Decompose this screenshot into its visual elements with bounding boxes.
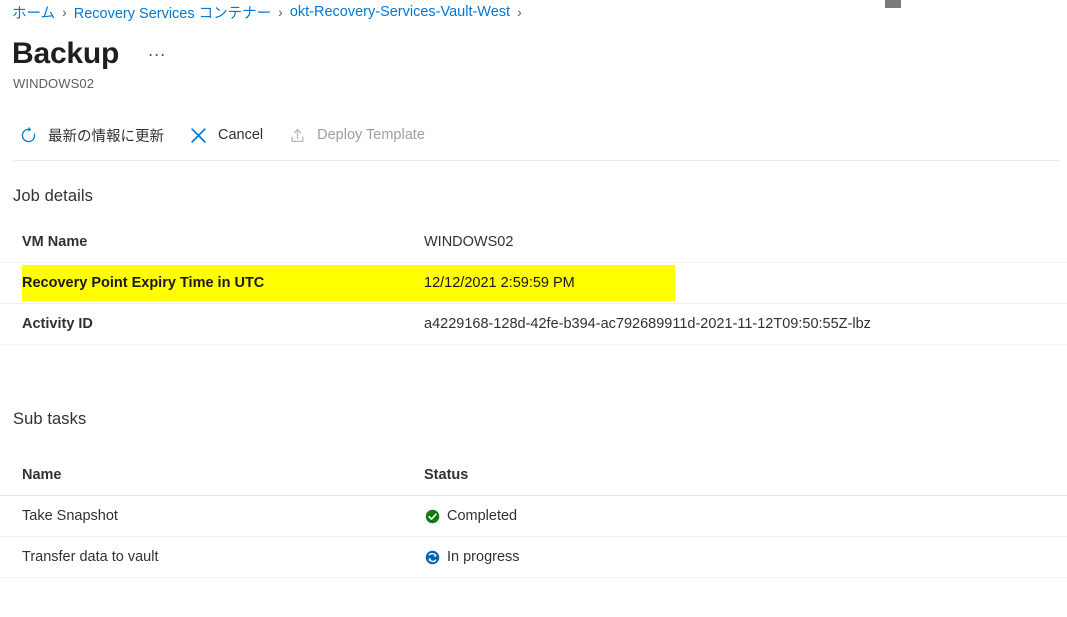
column-header-name: Name [22,467,62,483]
cancel-button-label: Cancel [218,127,264,143]
job-detail-value: a4229168-128d-42fe-b394-ac792689911d-202… [424,316,871,332]
page-title: Backup [12,37,120,70]
sync-circle-icon [424,549,440,565]
refresh-button-label: 最新の情報に更新 [48,128,164,145]
breadcrumb-separator-icon: › [517,4,522,20]
sub-tasks-table: Name Status Take Snapshot Completed Tran… [0,455,1067,578]
highlight-band: Recovery Point Expiry Time in UTC 12/12/… [22,265,675,301]
refresh-icon [16,124,40,146]
breadcrumb-item-home[interactable]: ホーム [12,2,55,23]
table-row: Transfer data to vault In progress [0,537,1067,578]
job-details-heading: Job details [13,187,93,205]
table-row-highlighted: Recovery Point Expiry Time in UTC 12/12/… [0,263,1067,304]
cancel-button[interactable]: Cancel [180,119,273,151]
sub-task-name: Transfer data to vault [22,549,159,565]
job-details-table: VM Name WINDOWS02 Recovery Point Expiry … [0,222,1067,345]
status-label: In progress [447,549,520,565]
breadcrumb-item-recovery-services-vaults[interactable]: Recovery Services コンテナー [74,2,271,23]
status-badge: In progress [424,549,520,565]
deploy-template-button-label: Deploy Template [317,127,425,143]
job-detail-name: Recovery Point Expiry Time in UTC [22,275,265,291]
check-circle-icon [424,508,440,524]
command-bar-divider [14,160,1059,161]
deploy-template-button: Deploy Template [279,119,435,151]
sub-tasks-heading: Sub tasks [13,410,87,428]
page-header: Backup … [12,36,172,72]
table-row: VM Name WINDOWS02 [0,222,1067,263]
more-options-button[interactable]: … [141,41,172,67]
column-header-status: Status [424,467,469,483]
status-label: Completed [447,508,518,524]
job-detail-name: VM Name [22,234,88,250]
page-subtitle: WINDOWS02 [13,76,95,91]
refresh-button[interactable]: 最新の情報に更新 [10,119,174,151]
command-bar: 最新の情報に更新 Cancel Deploy Template [10,118,441,152]
breadcrumb-separator-icon: › [62,4,67,20]
table-row: Take Snapshot Completed [0,496,1067,537]
breadcrumb-separator-icon: › [278,4,283,20]
sub-task-status: In progress [424,549,1067,565]
sub-task-name: Take Snapshot [22,508,118,524]
job-detail-value: WINDOWS02 [424,234,514,250]
breadcrumb-item-vault[interactable]: okt-Recovery-Services-Vault-West [290,4,510,20]
job-detail-value: 12/12/2021 2:59:59 PM [424,275,575,291]
screenshot-artifact [885,0,901,8]
sub-task-status: Completed [424,508,1067,524]
upload-icon [285,124,309,146]
table-row: Activity ID a4229168-128d-42fe-b394-ac79… [0,304,1067,345]
status-badge: Completed [424,508,517,524]
close-icon [186,124,210,146]
job-detail-name: Activity ID [22,316,93,332]
breadcrumb: ホーム › Recovery Services コンテナー › okt-Reco… [12,1,529,23]
table-header-row: Name Status [0,455,1067,496]
